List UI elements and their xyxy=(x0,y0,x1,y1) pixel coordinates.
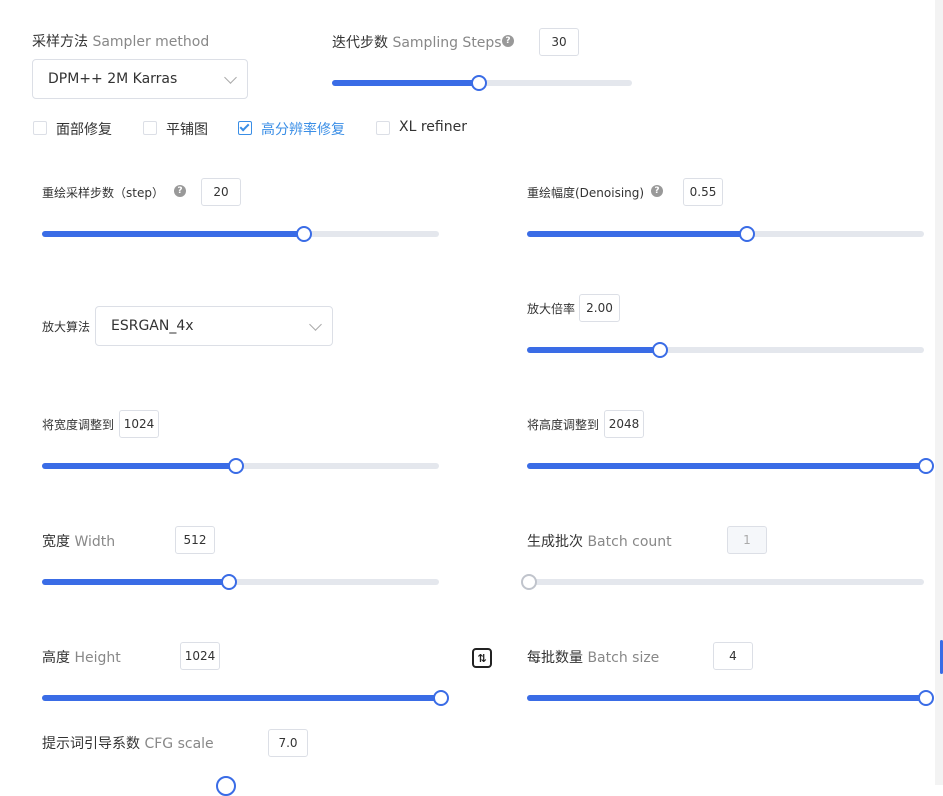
swap-dimensions-button[interactable]: ⇅ xyxy=(472,648,492,668)
batch-count-label: 生成批次 Batch count xyxy=(527,534,672,550)
slider-fill xyxy=(42,579,225,585)
height-input[interactable]: 1024 xyxy=(180,642,220,670)
upscaler-label: 放大算法 xyxy=(42,320,91,334)
slider-fill xyxy=(42,695,439,701)
resize-width-input[interactable]: 1024 xyxy=(119,410,159,438)
width-slider[interactable] xyxy=(42,574,439,590)
hires-steps-slider[interactable] xyxy=(42,226,439,242)
denoising-input[interactable]: 0.55 xyxy=(683,178,723,206)
help-icon[interactable]: ? xyxy=(174,185,186,197)
tiling-label: 平铺图 xyxy=(166,122,208,138)
slider-fill xyxy=(42,463,234,469)
help-icon[interactable]: ? xyxy=(651,185,663,197)
slider-fill xyxy=(527,695,924,701)
slider-thumb[interactable] xyxy=(652,342,668,358)
chevron-down-icon xyxy=(309,318,322,331)
denoising-slider[interactable] xyxy=(527,226,924,242)
help-icon[interactable]: ? xyxy=(502,35,514,47)
sampler-method-label: 采样方法 Sampler method xyxy=(32,34,210,50)
swap-vertical-icon: ⇅ xyxy=(477,651,487,665)
resize-width-slider[interactable] xyxy=(42,458,439,474)
slider-thumb[interactable] xyxy=(918,690,934,706)
tiling-checkbox[interactable] xyxy=(143,121,157,135)
hires-steps-label: 重绘采样步数（step） xyxy=(42,186,164,200)
upscale-by-label: 放大倍率 xyxy=(527,302,576,316)
resize-height-input[interactable]: 2048 xyxy=(604,410,644,438)
sampling-steps-label: 迭代步数 Sampling Steps xyxy=(332,35,502,51)
face-restore-checkbox[interactable] xyxy=(33,121,47,135)
batch-count-input[interactable]: 1 xyxy=(727,526,767,554)
denoising-label: 重绘幅度(Denoising) xyxy=(527,186,645,200)
batch-size-slider[interactable] xyxy=(527,690,934,706)
slider-thumb[interactable] xyxy=(296,226,312,242)
xl-refiner-label: XL refiner xyxy=(399,119,467,135)
batch-count-slider[interactable] xyxy=(521,574,924,590)
hires-fix-label: 高分辨率修复 xyxy=(261,122,345,138)
slider-thumb[interactable] xyxy=(471,75,487,91)
resize-height-slider[interactable] xyxy=(527,458,934,474)
slider-thumb[interactable] xyxy=(739,226,755,242)
width-label: 宽度 Width xyxy=(42,534,116,550)
slider-fill xyxy=(42,231,302,237)
sampling-steps-slider[interactable] xyxy=(332,75,632,91)
cfg-scale-label: 提示词引导系数 CFG scale xyxy=(42,736,214,752)
slider-fill xyxy=(527,463,924,469)
slider-thumb[interactable] xyxy=(433,690,449,706)
upscale-by-slider[interactable] xyxy=(527,342,924,358)
slider-thumb[interactable] xyxy=(918,458,934,474)
slider-thumb[interactable] xyxy=(228,458,244,474)
resize-width-label: 将宽度调整到 xyxy=(42,418,115,432)
cfg-scale-input[interactable]: 7.0 xyxy=(268,729,308,757)
slider-fill xyxy=(527,347,658,353)
resize-height-label: 将高度调整到 xyxy=(527,418,600,432)
batch-size-input[interactable]: 4 xyxy=(713,642,753,670)
sampler-method-select[interactable]: DPM++ 2M Karras xyxy=(32,59,248,99)
height-label: 高度 Height xyxy=(42,650,121,666)
slider-fill xyxy=(332,80,479,86)
upscaler-select[interactable]: ESRGAN_4x xyxy=(95,306,333,346)
slider-thumb[interactable] xyxy=(221,574,237,590)
hires-fix-checkbox[interactable] xyxy=(238,121,252,135)
batch-size-label: 每批数量 Batch size xyxy=(527,650,660,666)
width-input[interactable]: 512 xyxy=(175,526,215,554)
upscale-by-input[interactable]: 2.00 xyxy=(579,294,620,322)
height-slider[interactable] xyxy=(42,690,449,706)
face-restore-label: 面部修复 xyxy=(56,122,112,138)
chevron-down-icon xyxy=(224,71,237,84)
cfg-scale-slider-thumb[interactable] xyxy=(216,776,236,796)
xl-refiner-checkbox[interactable] xyxy=(376,121,390,135)
slider-fill xyxy=(527,231,745,237)
slider-thumb[interactable] xyxy=(521,574,537,590)
hires-steps-input[interactable]: 20 xyxy=(201,178,241,206)
sampling-steps-input[interactable]: 30 xyxy=(539,28,579,56)
